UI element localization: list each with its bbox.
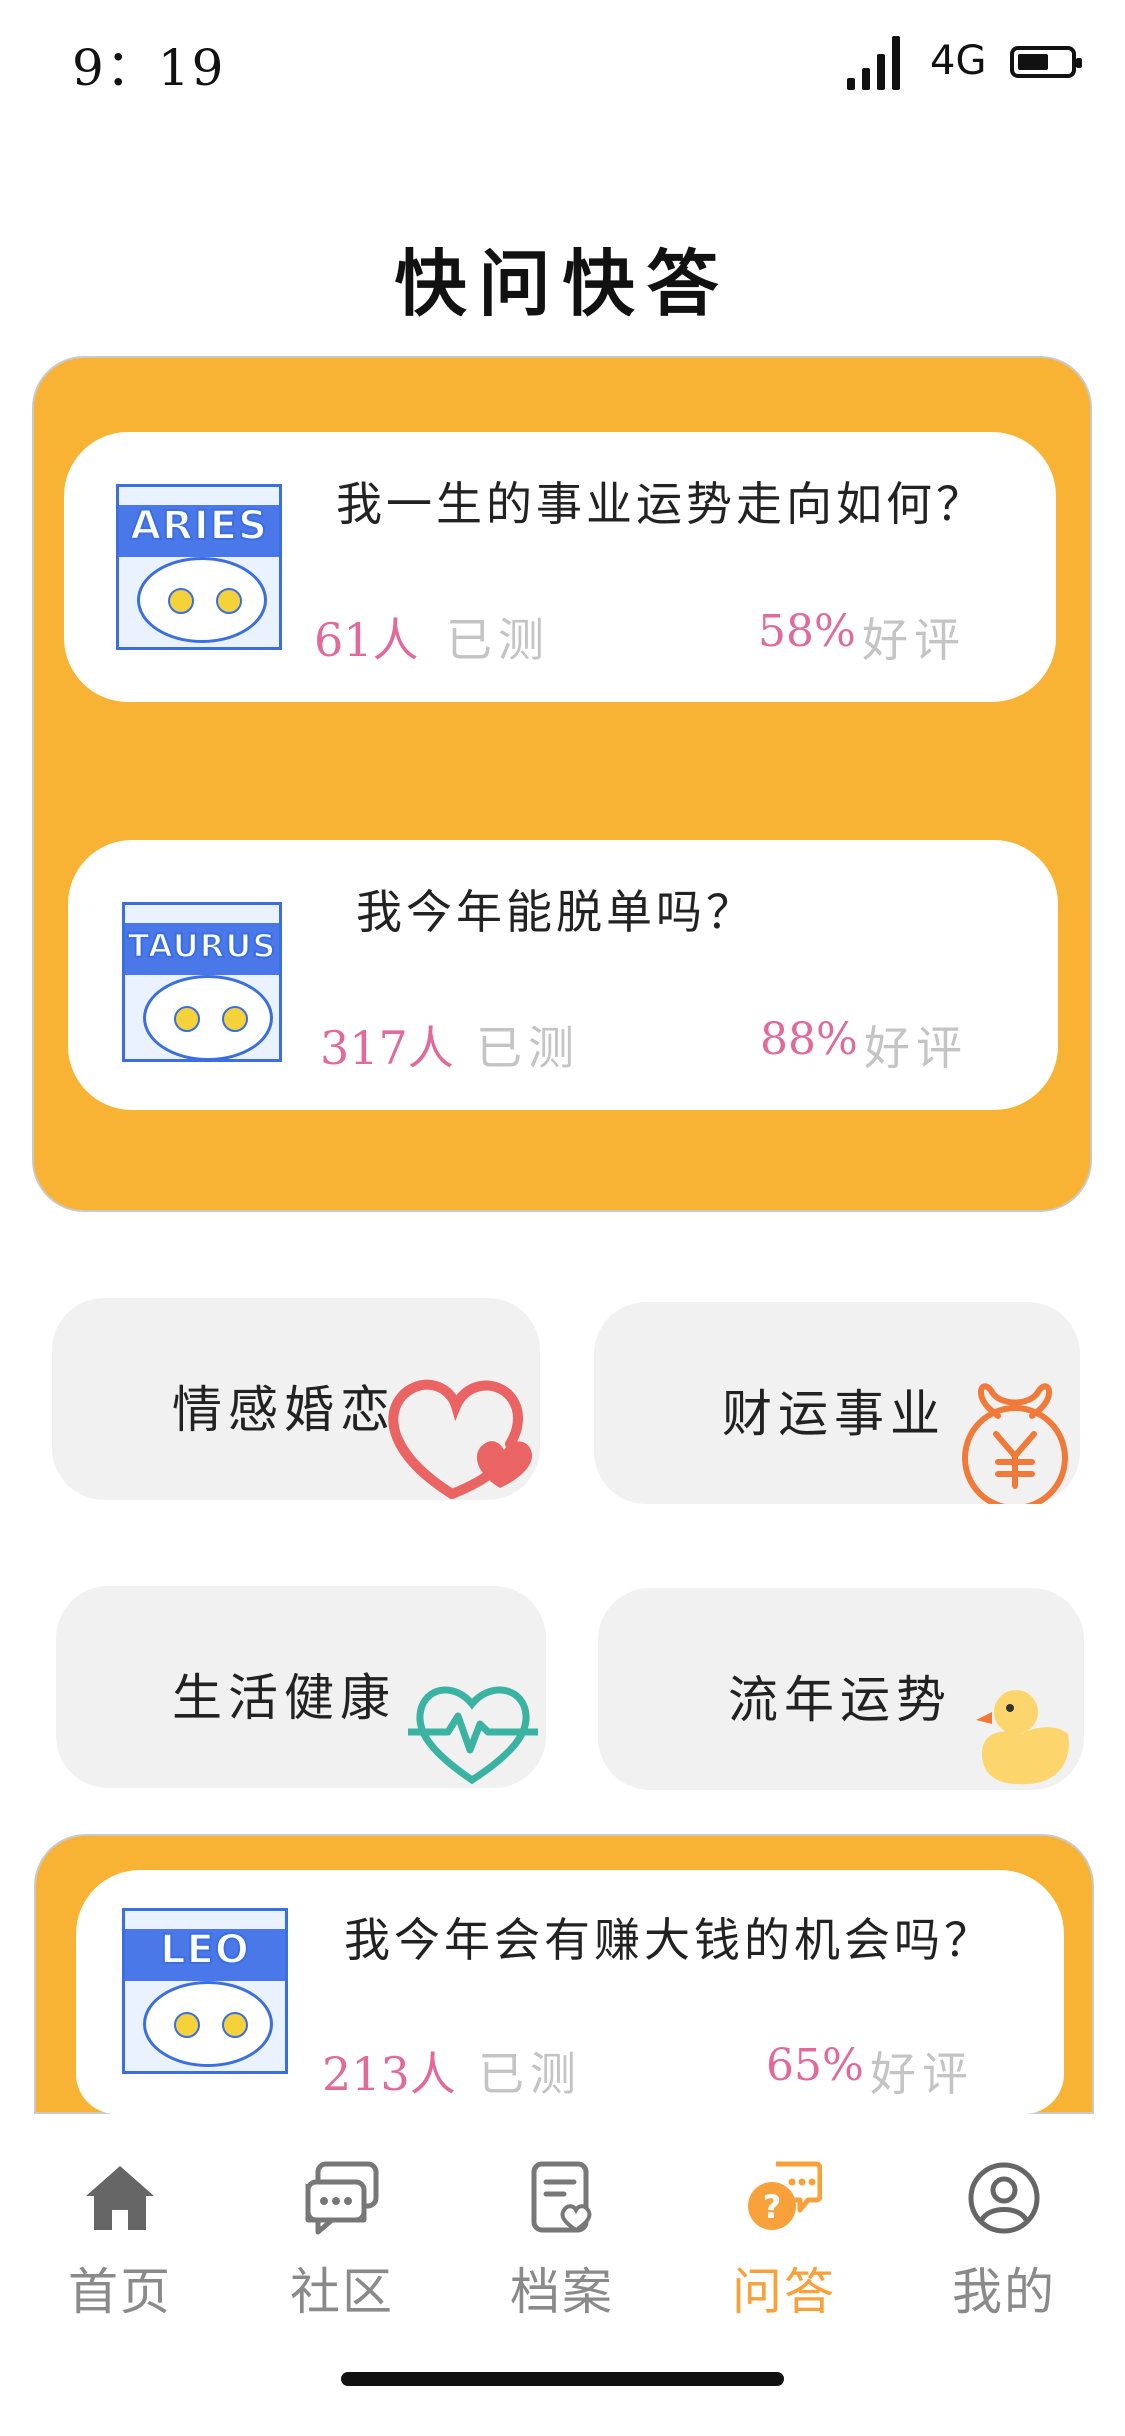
- question-card[interactable]: TAURUS 我今年能脱单吗？ 317人 已测 88% 好评: [68, 840, 1058, 1110]
- rating-percent: 65%: [766, 2040, 864, 2091]
- bottom-nav: 首页 社区 档案 ? 问答 我的: [0, 2114, 1125, 2436]
- nav-label: 问答: [732, 2263, 836, 2321]
- heartbeat-icon: [408, 1686, 538, 1785]
- signal-icon: [847, 36, 900, 90]
- qa-icon: ?: [748, 2161, 822, 2230]
- battery-icon: [1010, 46, 1082, 78]
- tested-label: 已测: [446, 613, 550, 667]
- card-title: 我一生的事业运势走向如何？: [336, 477, 986, 531]
- leo-avatar: LEO: [122, 1908, 288, 2074]
- aries-avatar: ARIES: [116, 484, 282, 650]
- money-bag-icon: [962, 1383, 1068, 1504]
- rating-label: 好评: [870, 2047, 974, 2101]
- nav-home[interactable]: 首页: [20, 2160, 220, 2324]
- nav-label: 我的: [952, 2263, 1056, 2321]
- home-icon: [86, 2166, 154, 2230]
- tested-count: 317人: [320, 1021, 454, 1075]
- svg-text:?: ?: [763, 2188, 782, 2226]
- network-label: 4G: [930, 38, 987, 84]
- rating-percent: 88%: [760, 1014, 858, 1065]
- card-title: 我今年能脱单吗？: [356, 885, 756, 939]
- question-card[interactable]: ARIES 我一生的事业运势走向如何？ 61人 已测 58% 好评: [64, 432, 1056, 702]
- card-title: 我今年会有赚大钱的机会吗？: [344, 1913, 994, 1967]
- rating-percent: 58%: [758, 606, 856, 657]
- category-label: 财运事业: [722, 1385, 946, 1443]
- nav-label: 档案: [510, 2263, 614, 2321]
- question-card[interactable]: LEO 我今年会有赚大钱的机会吗？ 213人 已测 65% 好评: [76, 1870, 1064, 2114]
- status-time: 9：19: [72, 39, 226, 97]
- heart-icon: [388, 1379, 533, 1499]
- profile-icon: [968, 2162, 1040, 2234]
- category-label: 生活健康: [172, 1669, 396, 1727]
- category-tile-love[interactable]: 情感婚恋: [52, 1298, 540, 1500]
- nav-community[interactable]: 社区: [242, 2160, 442, 2324]
- tested-count: 213人: [322, 2047, 456, 2101]
- chat-icon: [305, 2161, 379, 2235]
- category-label: 情感婚恋: [172, 1381, 396, 1439]
- tested-label: 已测: [476, 1021, 580, 1075]
- page-title: 快问快答: [394, 241, 731, 326]
- file-icon: [531, 2161, 592, 2233]
- tested-count: 61人: [314, 613, 419, 667]
- taurus-avatar: TAURUS: [122, 902, 282, 1062]
- nav-profile[interactable]: 我的: [904, 2160, 1104, 2324]
- rating-label: 好评: [864, 1021, 968, 1075]
- rating-label: 好评: [862, 613, 966, 667]
- category-tile-wealth[interactable]: 财运事业: [594, 1302, 1080, 1504]
- category-tile-yearly[interactable]: 流年运势: [598, 1588, 1084, 1790]
- home-indicator[interactable]: [341, 2372, 784, 2386]
- duck-icon: [976, 1690, 1069, 1785]
- nav-archive[interactable]: 档案: [462, 2160, 662, 2324]
- nav-label: 社区: [290, 2263, 394, 2321]
- nav-label: 首页: [68, 2263, 172, 2321]
- tested-label: 已测: [478, 2047, 582, 2101]
- category-label: 流年运势: [728, 1671, 952, 1729]
- category-tile-health[interactable]: 生活健康: [56, 1586, 546, 1788]
- nav-qa[interactable]: ? 问答: [684, 2160, 884, 2324]
